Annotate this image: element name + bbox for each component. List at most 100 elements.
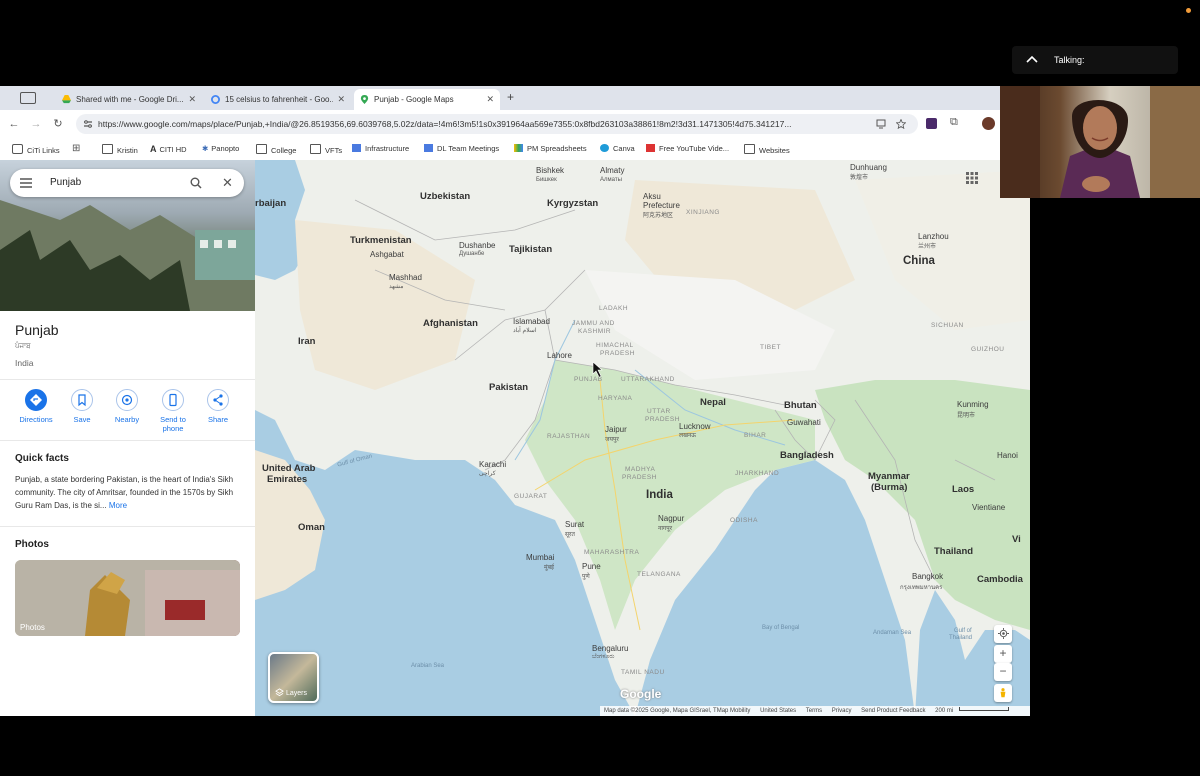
map-label-city: Ashgabat (370, 250, 404, 259)
pegman-icon (1000, 688, 1006, 698)
more-link[interactable]: More (109, 501, 127, 510)
map-label-city: Islamabad (513, 317, 550, 326)
map-label-region: TELANGANA (637, 571, 681, 578)
bookmark-citi-hd[interactable]: A CITI HD (150, 144, 187, 154)
menu-icon[interactable] (20, 178, 32, 188)
phone-icon (162, 389, 184, 411)
map-label-city-native: 兰州市 (918, 244, 937, 250)
scale-label[interactable]: 200 mi (935, 708, 953, 714)
bookmark-panopto[interactable]: ✱ Panopto (202, 144, 239, 153)
bookmark-college[interactable]: College (256, 144, 296, 155)
forward-icon[interactable]: → (30, 118, 42, 130)
map-label-region: HIMACHAL (596, 342, 634, 349)
search-input[interactable]: Punjab (50, 177, 81, 188)
close-icon[interactable]: ✕ (486, 94, 494, 105)
send-to-phone-button[interactable]: Send to phone (150, 389, 196, 433)
map-label-city-native: ಬೆಂಗಳೂರು (592, 654, 615, 660)
map-canvas[interactable]: rbaijan Uzbekistan Kyrgyzstan Turkmenist… (255, 160, 1030, 716)
terms-link[interactable]: Terms (806, 708, 822, 714)
map-label-region: TAMIL NADU (621, 669, 665, 676)
map-label-city-native: کراچی (479, 471, 496, 477)
map-label-city: Mumbai (526, 553, 555, 562)
my-location-button[interactable] (994, 625, 1012, 643)
chevron-up-icon[interactable] (1024, 51, 1040, 67)
map-label-region: PRADESH (645, 416, 680, 423)
install-icon[interactable] (876, 119, 886, 129)
site-settings-icon[interactable] (83, 119, 93, 129)
map-label-city: Mashhad (389, 273, 422, 282)
tab-google-maps[interactable]: Punjab - Google Maps ✕ (354, 89, 500, 110)
street-view-pegman-button[interactable] (994, 684, 1012, 702)
map-label-region: RAJASTHAN (547, 433, 591, 440)
bookmark-dl-team-meetings[interactable]: DL Team Meetings (424, 144, 499, 153)
map-label-country: rbaijan (255, 198, 287, 209)
bookmark-canva[interactable]: Canva (600, 144, 635, 153)
tab-google-drive[interactable]: Shared with me - Google Dri... ✕ (56, 89, 202, 110)
close-icon[interactable]: ✕ (188, 94, 196, 105)
bookmark-pm-spreadsheets[interactable]: PM Spreadsheets (514, 144, 587, 153)
place-title: Punjab (15, 322, 59, 338)
bookmark-websites[interactable]: Websites (744, 144, 790, 155)
browser-window: Shared with me - Google Dri... ✕ 15 cels… (0, 86, 1030, 716)
bookmark-infrastructure[interactable]: Infrastructure (352, 144, 409, 153)
search-icon[interactable] (190, 177, 202, 189)
doc-icon (424, 144, 433, 152)
place-panel: Punjab ✕ Punjab ਪੰਜਾਬ India Directions S… (0, 160, 256, 716)
map-label-country: Vi (1012, 534, 1021, 545)
map-label-city: Kunming (957, 400, 989, 409)
directions-icon (25, 389, 47, 411)
map-label-region: JHARKHAND (735, 470, 780, 477)
privacy-link[interactable]: Privacy (832, 708, 852, 714)
directions-button[interactable]: Directions (13, 389, 59, 424)
map-label-city-native: กรุงเทพมหานคร (900, 585, 943, 591)
map-footer: Map data ©2025 Google, Mapa GISrael, TMa… (600, 706, 1030, 716)
feedback-link[interactable]: Send Product Feedback (861, 708, 925, 714)
map-label-region: MADHYA (625, 466, 656, 473)
map-label-country: Nepal (700, 397, 726, 408)
close-icon[interactable]: ✕ (337, 94, 345, 105)
bookmark-kristin[interactable]: Kristin (102, 144, 138, 155)
map-label-country: Cambodia (977, 574, 1023, 585)
reload-icon[interactable]: ↻ (52, 118, 64, 130)
map-label-region: ODISHA (730, 517, 758, 524)
puzzle-icon[interactable]: ⧉ (950, 116, 958, 129)
map-label-region: TIBET (760, 344, 781, 351)
maps-pin-icon (360, 95, 369, 104)
map-label-region: GUIZHOU (971, 346, 1005, 353)
layers-button[interactable]: Layers (268, 652, 319, 703)
extension-icon[interactable] (926, 118, 937, 129)
share-button[interactable]: Share (195, 389, 241, 424)
photos-thumbnail[interactable]: Photos (15, 560, 240, 636)
bookmark-star-icon[interactable] (896, 119, 906, 129)
new-tab-button[interactable]: + (507, 90, 514, 104)
address-bar[interactable]: https://www.google.com/maps/place/Punjab… (76, 114, 918, 134)
clear-search-icon[interactable]: ✕ (222, 175, 233, 191)
save-button[interactable]: Save (59, 389, 105, 424)
map-label-city: Aksu (643, 192, 661, 201)
talking-indicator[interactable]: Talking: (1012, 46, 1178, 74)
map-label-region: GUJARAT (514, 493, 548, 500)
map-label-city: Lahore (547, 351, 572, 360)
apps-icon[interactable]: ⊞ (72, 143, 80, 154)
tab-search-icon[interactable] (20, 92, 36, 104)
divider (0, 526, 255, 527)
tab-celsius[interactable]: 15 celsius to fahrenheit - Goo... ✕ (205, 89, 351, 110)
zoom-in-button[interactable]: + (994, 645, 1012, 663)
search-box[interactable]: Punjab ✕ (10, 169, 244, 197)
map-label-region: SICHUAN (931, 322, 964, 329)
zoom-out-button[interactable]: − (994, 663, 1012, 681)
panopto-icon: ✱ (202, 144, 209, 153)
back-icon[interactable]: ← (8, 118, 20, 130)
bookmark-citi-links[interactable]: CiTi Links (12, 144, 60, 155)
bookmark-free-youtube[interactable]: Free YouTube Vide... (646, 144, 729, 153)
google-apps-icon[interactable] (966, 172, 978, 184)
profile-avatar[interactable] (982, 117, 995, 130)
place-native-name: ਪੰਜਾਬ (15, 343, 31, 350)
map-label-region: PUNJAB (574, 376, 603, 383)
country-link[interactable]: United States (760, 708, 796, 714)
map-label-city: Hanoi (997, 451, 1018, 460)
map-label-city: Bangkok (912, 572, 944, 581)
nearby-button[interactable]: Nearby (104, 389, 150, 424)
bookmark-vfts[interactable]: VFTs (310, 144, 342, 155)
map-label-city: Almaty (600, 166, 625, 175)
